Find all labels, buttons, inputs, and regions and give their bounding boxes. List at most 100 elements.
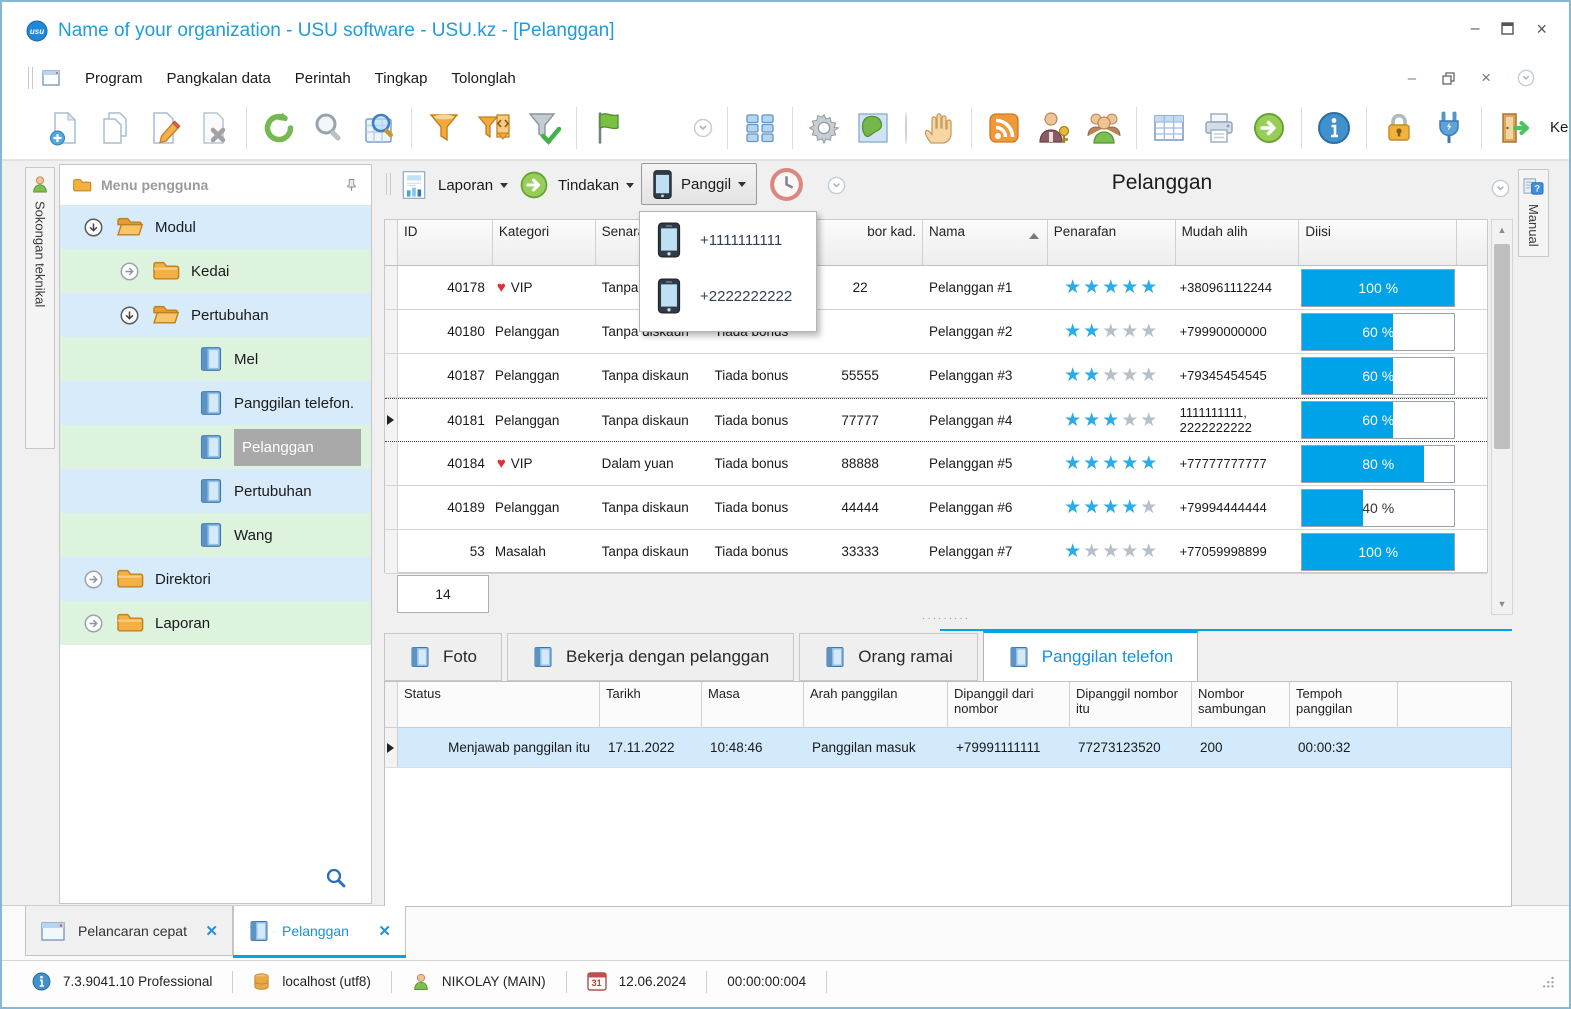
table-row[interactable]: 53MasalahTanpa diskaunTiada bonus33333Pe… (385, 530, 1487, 574)
clock-icon[interactable] (768, 166, 805, 203)
calls-column-header-Tarikh[interactable]: Tarikh (600, 682, 702, 727)
plug-icon[interactable] (1431, 110, 1467, 146)
table-row[interactable]: 40189PelangganTanpa diskaunTiada bonus44… (385, 486, 1487, 530)
column-header-Penarafan[interactable]: Penarafan (1048, 220, 1176, 265)
color-wheel-icon[interactable] (905, 112, 907, 144)
call-menu-item[interactable]: +2222222222 (640, 268, 816, 324)
map-icon[interactable] (855, 110, 891, 146)
filter-settings-icon[interactable] (476, 110, 512, 146)
detail-tab-orang-ramai[interactable]: Orang ramai (799, 633, 977, 681)
sidebar-item-laporan[interactable]: Laporan (60, 601, 371, 645)
menu-item-tingkap[interactable]: Tingkap (375, 70, 428, 87)
column-header-Mudah alih[interactable]: Mudah alih (1176, 220, 1300, 265)
menu-item-tolonglah[interactable]: Tolonglah (451, 70, 515, 87)
expander-down-icon[interactable] (84, 218, 103, 237)
menu-item-program[interactable]: Program (85, 70, 143, 87)
column-header-blank[interactable] (1457, 220, 1487, 265)
call-menu-item[interactable]: +1111111111 (640, 212, 816, 268)
user-group-icon[interactable] (1086, 110, 1122, 146)
hand-icon[interactable] (921, 110, 957, 146)
scroll-up-button[interactable]: ▲ (1492, 220, 1512, 240)
table-icon[interactable] (1151, 110, 1187, 146)
tab-pelancaran-cepat[interactable]: Pelancaran cepat ✕ (25, 906, 233, 956)
settings-gear-icon[interactable] (807, 111, 841, 145)
column-header-Nama[interactable]: Nama (923, 220, 1048, 265)
detail-tab-bekerja-dengan-pelanggan[interactable]: Bekerja dengan pelanggan (507, 633, 794, 681)
close-tab-icon[interactable]: ✕ (378, 922, 391, 940)
filter-icon[interactable] (426, 110, 462, 146)
column-header-blank[interactable] (385, 220, 398, 265)
delete-document-icon[interactable] (196, 110, 232, 146)
scroll-down-button[interactable]: ▼ (1492, 594, 1512, 614)
overflow-chevron-icon[interactable] (693, 118, 713, 138)
edit-document-icon[interactable] (146, 110, 182, 146)
sidebar-item-wang[interactable]: Wang (60, 513, 371, 557)
expander-right-icon[interactable] (84, 570, 103, 589)
support-side-tab[interactable]: Sokongan teknikal (25, 167, 55, 449)
table-row[interactable]: 40180PelangganTanpa diskaunTiada bonusPe… (385, 310, 1487, 354)
calls-column-header-blank[interactable] (1398, 682, 1511, 727)
go-next-icon[interactable] (1251, 110, 1287, 146)
sidebar-item-modul[interactable]: Modul (60, 205, 371, 249)
filter-check-icon[interactable] (526, 110, 562, 146)
calls-column-header-Dipanggil nombor itu[interactable]: Dipanggil nombor itu (1070, 682, 1192, 727)
tindakan-button[interactable]: Tindakan (518, 164, 634, 206)
pin-icon[interactable] (344, 177, 359, 194)
close-window-button[interactable]: × (1536, 23, 1547, 35)
sidebar-item-mel[interactable]: Mel (60, 337, 371, 381)
new-document-icon[interactable] (46, 110, 82, 146)
splitter-handle[interactable]: ········· (922, 613, 970, 624)
printer-icon[interactable] (1201, 110, 1237, 146)
sidebar-item-panggilan-telefon-[interactable]: Panggilan telefon. (60, 381, 371, 425)
lock-icon[interactable] (1381, 110, 1417, 146)
user-key-icon[interactable] (1036, 110, 1072, 146)
calls-column-header-Status[interactable]: Status (398, 682, 600, 727)
sidebar-item-kedai[interactable]: Kedai (60, 249, 371, 293)
overflow-chevron-icon[interactable] (827, 176, 846, 195)
maximize-window-button[interactable] (1501, 22, 1514, 35)
refresh-icon[interactable] (261, 110, 297, 146)
table-row[interactable]: 40178♥VIPTanpa diskaunTiada bonus22Pelan… (385, 266, 1487, 310)
minimize-window-button[interactable]: – (1471, 23, 1480, 35)
minimize-document-button[interactable]: – (1408, 70, 1416, 87)
vertical-scrollbar[interactable]: ▲ ▼ (1491, 219, 1513, 615)
table-row[interactable]: 40181PelangganTanpa diskaunTiada bonus77… (385, 398, 1487, 442)
expander-right-icon[interactable] (84, 614, 103, 633)
copy-document-icon[interactable] (96, 110, 132, 146)
flag-icon[interactable] (591, 110, 627, 146)
column-header-ID[interactable]: ID (398, 220, 493, 265)
calls-column-header-Nombor sambungan[interactable]: Nombor sambungan (1192, 682, 1290, 727)
search-icon[interactable] (311, 110, 347, 146)
calls-column-header-Dipanggil dari nombor[interactable]: Dipanggil dari nombor (948, 682, 1070, 727)
manual-side-tab[interactable]: ? Manual (1518, 169, 1549, 257)
laporan-button[interactable]: Laporan (398, 164, 508, 206)
sidebar-item-direktori[interactable]: Direktori (60, 557, 371, 601)
layout-grid-icon[interactable] (742, 110, 778, 146)
close-document-button[interactable]: × (1481, 68, 1491, 88)
column-header-Diisi[interactable]: Diisi (1299, 220, 1457, 265)
detail-tab-foto[interactable]: Foto (384, 633, 502, 681)
tab-pelanggan[interactable]: Pelanggan ✕ (233, 906, 406, 956)
calls-column-header-blank[interactable] (385, 682, 398, 727)
column-header-Kategori[interactable]: Kategori (493, 220, 596, 265)
close-tab-icon[interactable]: ✕ (205, 922, 218, 940)
calls-column-header-Arah panggilan[interactable]: Arah panggilan (804, 682, 948, 727)
panggil-button[interactable]: Panggil (641, 163, 757, 205)
restore-document-button[interactable] (1442, 72, 1455, 85)
menu-item-pangkalan-data[interactable]: Pangkalan data (167, 70, 271, 87)
info-icon[interactable] (1316, 110, 1352, 146)
scrollbar-thumb[interactable] (1494, 244, 1510, 449)
sidebar-item-pertubuhan[interactable]: Pertubuhan (60, 293, 371, 337)
calls-column-header-Masa[interactable]: Masa (702, 682, 804, 727)
table-row[interactable]: 40184♥VIPDalam yuanTiada bonus88888Pelan… (385, 442, 1487, 486)
overflow-chevron-icon[interactable] (1491, 179, 1510, 198)
table-row[interactable]: 40187PelangganTanpa diskaunTiada bonus55… (385, 354, 1487, 398)
sidebar-item-pelanggan[interactable]: Pelanggan (60, 425, 371, 469)
detail-tab-panggilan-telefon[interactable]: Panggilan telefon (983, 631, 1198, 681)
calls-table-row[interactable]: Menjawab panggilan itu17.11.202210:48:46… (385, 728, 1511, 768)
sidebar-item-pertubuhan[interactable]: Pertubuhan (60, 469, 371, 513)
rss-feed-icon[interactable] (986, 110, 1022, 146)
sidebar-search-icon[interactable] (325, 867, 347, 889)
exit-door-icon[interactable] (1496, 110, 1532, 146)
resize-grip-icon[interactable] (1541, 975, 1555, 989)
